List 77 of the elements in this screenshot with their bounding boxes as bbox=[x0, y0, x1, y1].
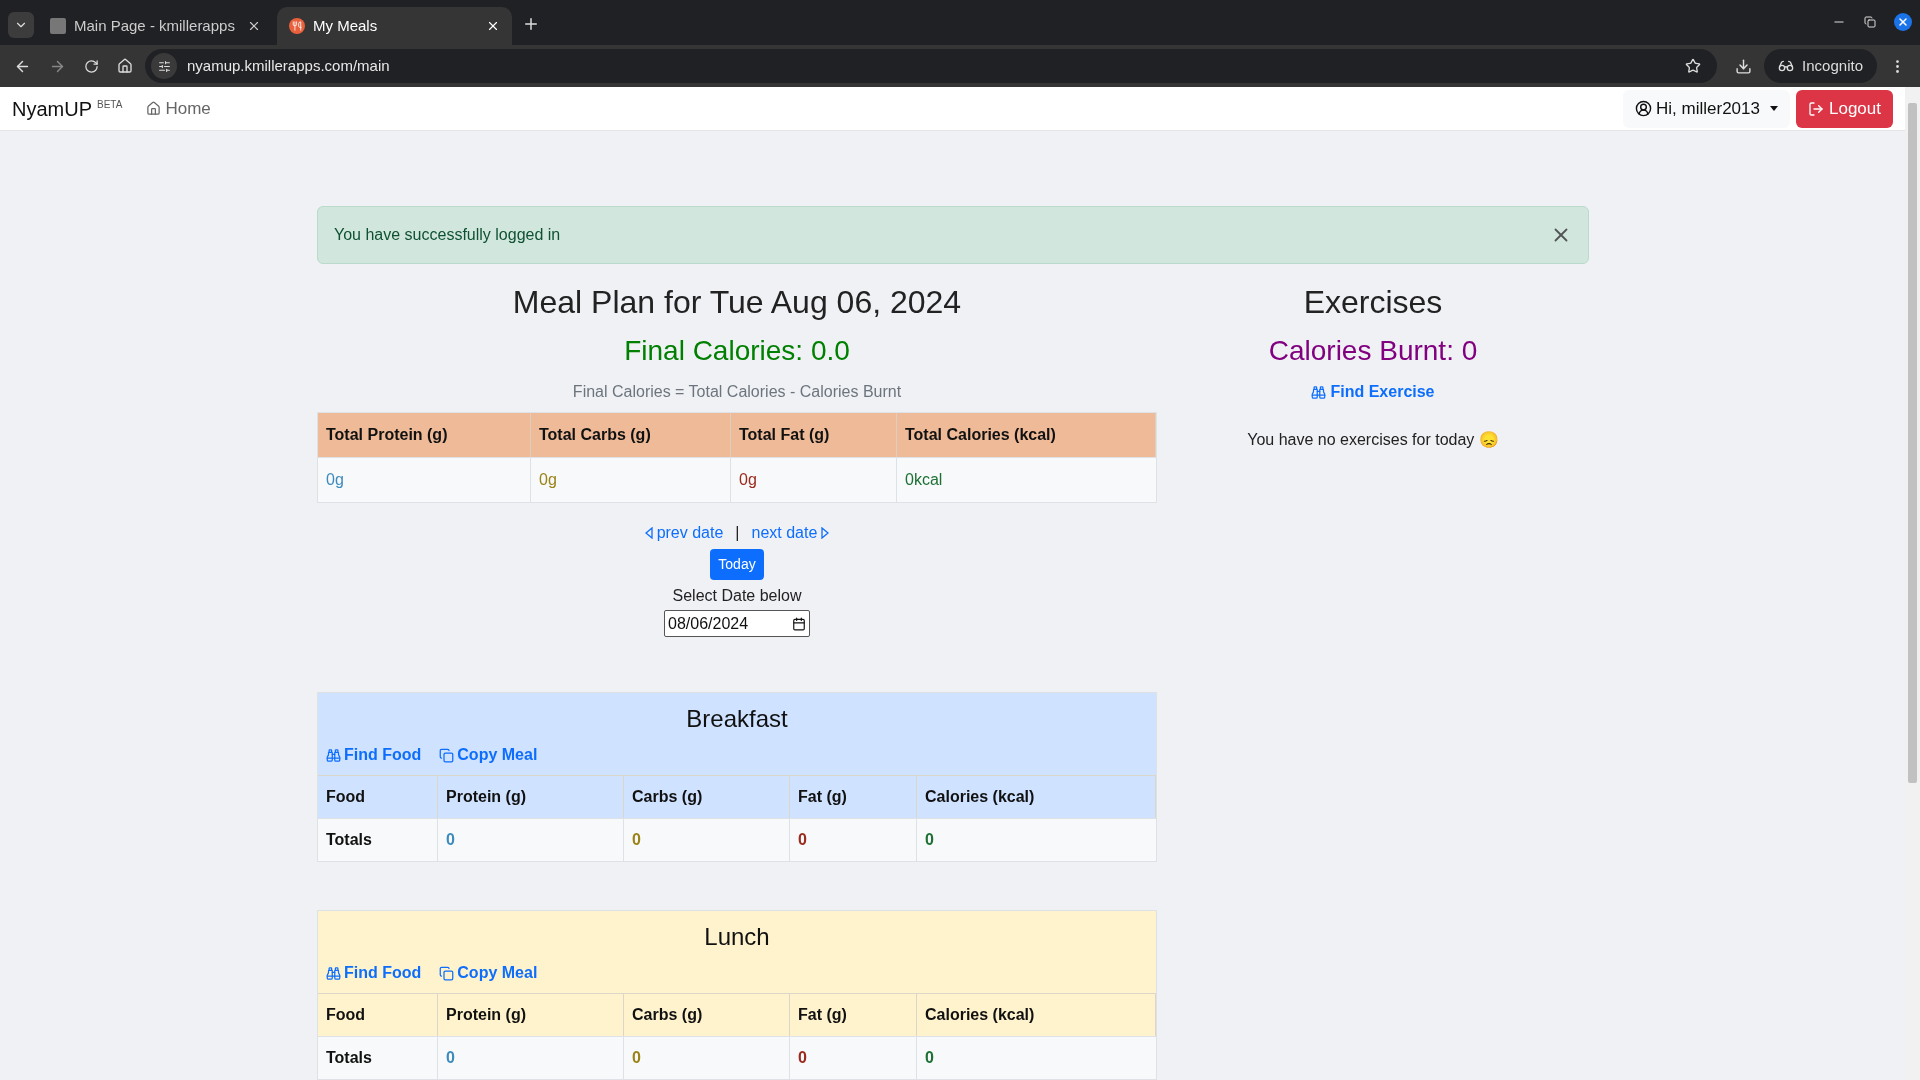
table-cell: 0 bbox=[624, 818, 790, 861]
triangle-left-icon bbox=[644, 527, 653, 539]
triangle-right-icon bbox=[821, 527, 830, 539]
column-header: Total Carbs (g) bbox=[531, 413, 731, 457]
favicon-placeholder bbox=[50, 18, 66, 34]
home-icon bbox=[146, 101, 162, 116]
tab-title: Main Page - kmillerapps bbox=[74, 15, 236, 36]
browser-tab[interactable]: My Meals bbox=[277, 7, 512, 45]
prev-date-link[interactable]: prev date bbox=[644, 521, 724, 545]
table-cell: 0g bbox=[318, 457, 531, 502]
copy-icon bbox=[439, 965, 455, 981]
tab-list-button[interactable] bbox=[8, 12, 34, 38]
column-header: Total Protein (g) bbox=[318, 413, 531, 457]
calendar-icon bbox=[792, 616, 806, 631]
incognito-chip[interactable]: Incognito bbox=[1764, 49, 1877, 83]
caret-icon bbox=[1770, 106, 1778, 111]
brand-logo[interactable]: NyamUP bbox=[12, 93, 92, 124]
table-cell: 0g bbox=[731, 457, 897, 502]
copy-icon bbox=[439, 747, 455, 763]
find-food-link[interactable]: Find Food bbox=[326, 961, 422, 985]
table-cell: 0 bbox=[438, 1036, 624, 1079]
close-icon[interactable] bbox=[247, 19, 261, 33]
browser-tab[interactable]: Main Page - kmillerapps bbox=[38, 7, 273, 45]
meal-plan-title: Meal Plan for Tue Aug 06, 2024 bbox=[512, 284, 962, 320]
incognito-icon bbox=[1778, 58, 1795, 74]
meal-title: Lunch bbox=[704, 923, 770, 950]
table-cell: 0 bbox=[917, 818, 1156, 861]
utensils-icon bbox=[289, 18, 305, 34]
table-cell: Totals bbox=[318, 1036, 438, 1079]
find-exercise-link[interactable]: Find Exercise bbox=[1311, 380, 1435, 404]
binoculars-icon bbox=[326, 747, 341, 763]
today-button[interactable]: Today bbox=[710, 549, 764, 580]
close-icon[interactable] bbox=[1894, 13, 1912, 31]
table-cell: 0 bbox=[917, 1036, 1156, 1079]
site-settings-icon[interactable] bbox=[151, 53, 177, 79]
select-date-label: Select Date below bbox=[672, 587, 802, 604]
user-icon bbox=[1635, 100, 1653, 117]
table-cell: 0 bbox=[438, 818, 624, 861]
beta-label: BETA bbox=[97, 98, 123, 112]
logout-button[interactable]: Logout bbox=[1796, 89, 1893, 128]
profile-label: Incognito bbox=[1802, 55, 1863, 76]
tab-title: My Meals bbox=[313, 15, 379, 36]
bookmark-star-icon[interactable] bbox=[1685, 58, 1702, 74]
exercises-title: Exercises bbox=[1303, 283, 1443, 322]
table-cell: 0kcal bbox=[897, 457, 1156, 502]
table-cell: Totals bbox=[318, 818, 438, 861]
meal-title: Breakfast bbox=[686, 705, 788, 732]
reload-icon[interactable] bbox=[84, 58, 99, 74]
next-date-link[interactable]: next date bbox=[751, 521, 830, 545]
column-header: Total Fat (g) bbox=[731, 413, 897, 457]
logout-icon bbox=[1808, 100, 1824, 117]
close-icon[interactable] bbox=[486, 19, 500, 33]
date-input[interactable]: 08/06/2024 bbox=[664, 610, 810, 637]
formula-text: Final Calories = Total Calories - Calories Burnt bbox=[572, 383, 902, 400]
table-cell: 0 bbox=[624, 1036, 790, 1079]
table-cell: 0 bbox=[790, 818, 917, 861]
calories-burnt: Calories Burnt: 0 bbox=[1268, 334, 1478, 368]
table-cell: 0g bbox=[531, 457, 731, 502]
column-header: Total Calories (kcal) bbox=[897, 413, 1156, 457]
find-food-link[interactable]: Find Food bbox=[326, 743, 422, 767]
final-calories: Final Calories: 0.0 bbox=[624, 335, 850, 366]
url-text: nyamup.kmillerapps.com/main bbox=[187, 55, 391, 76]
alert-message: You have successfully logged in bbox=[334, 225, 562, 245]
home-link[interactable]: Home bbox=[146, 95, 211, 122]
copy-meal-link[interactable]: Copy Meal bbox=[439, 961, 538, 985]
binoculars-icon bbox=[1311, 384, 1327, 400]
table-cell: 0 bbox=[790, 1036, 917, 1079]
user-menu-button[interactable]: Hi, miller2013 bbox=[1623, 89, 1790, 128]
download-icon[interactable] bbox=[1735, 57, 1753, 75]
separator: | bbox=[735, 523, 740, 543]
copy-meal-link[interactable]: Copy Meal bbox=[439, 743, 538, 767]
restore-icon[interactable] bbox=[1864, 16, 1876, 28]
empty-exercises-message: You have no exercises for today 😞 bbox=[1247, 430, 1499, 450]
address-bar[interactable]: nyamup.kmillerapps.com/main bbox=[145, 49, 1718, 83]
new-tab-icon[interactable] bbox=[522, 15, 540, 33]
binoculars-icon bbox=[326, 965, 341, 981]
home-icon[interactable] bbox=[117, 58, 133, 74]
